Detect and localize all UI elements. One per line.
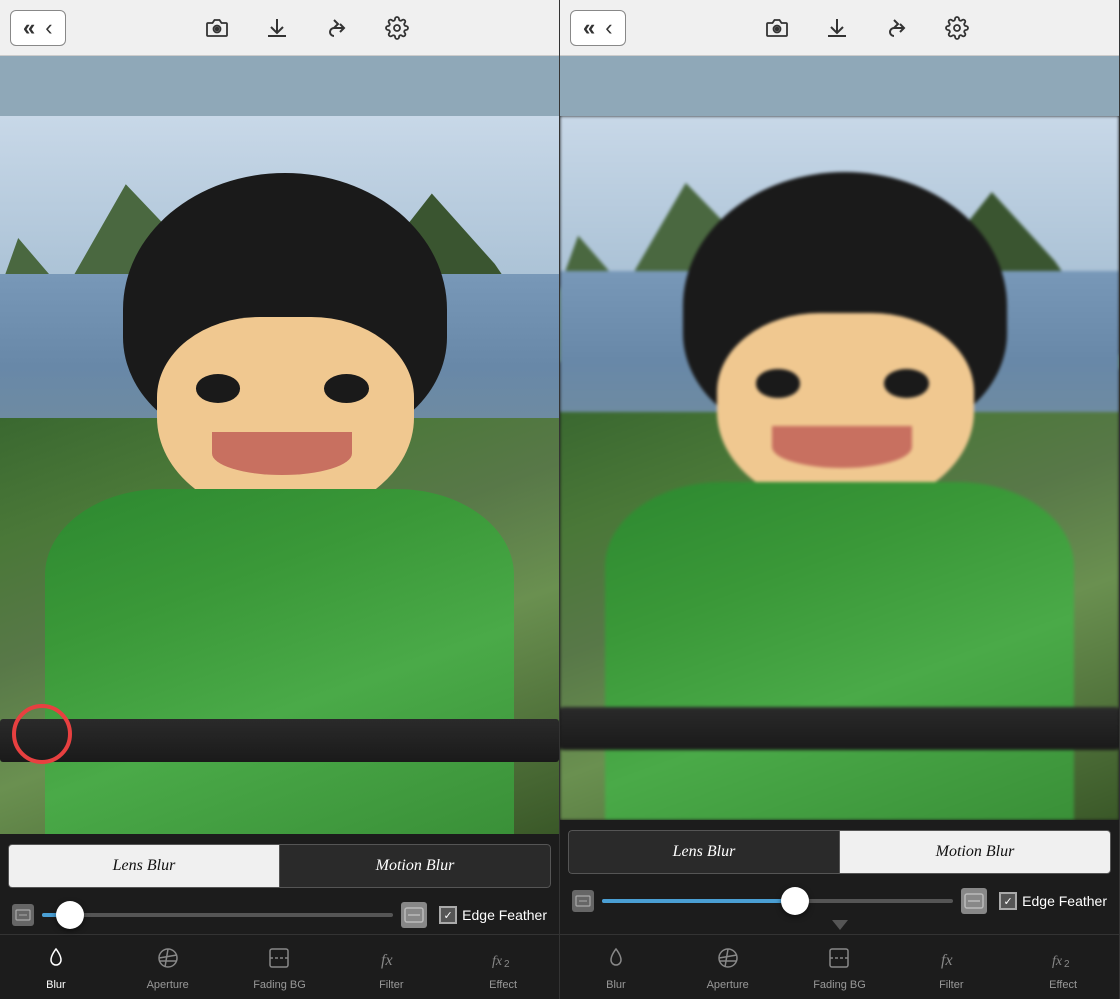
motion-blur-btn-left[interactable]: Motion Blur: [279, 844, 551, 888]
share-icon-left[interactable]: [321, 14, 353, 42]
nav-blur-left[interactable]: Blur: [0, 941, 112, 995]
share-icon-right[interactable]: [881, 14, 913, 42]
right-panel: « ‹: [560, 0, 1120, 999]
slider-thumb-left[interactable]: [56, 901, 84, 929]
bottom-controls-left: Lens Blur Motion Blur ✓: [0, 834, 559, 999]
top-bar-center-left: [66, 14, 549, 42]
slider-row-left: ✓ Edge Feather: [0, 896, 559, 934]
download-icon-right[interactable]: [821, 14, 853, 42]
nav-aperture-right[interactable]: Aperture: [672, 941, 784, 995]
nav-fadingbg-right[interactable]: Fading BG: [784, 941, 896, 995]
nav-fadingbg-left[interactable]: Fading BG: [224, 941, 336, 995]
nav-aperture-left[interactable]: Aperture: [112, 941, 224, 995]
effect-icon-right: fx 2: [1050, 945, 1076, 976]
slider-icon-large-left: [401, 902, 427, 928]
slider-thumb-right[interactable]: [781, 887, 809, 915]
filter-label-left: Filter: [379, 979, 403, 991]
aperture-label-left: Aperture: [147, 979, 189, 991]
bottom-nav-left: Blur Aperture: [0, 934, 559, 999]
svg-text:2: 2: [504, 959, 510, 970]
nav-effect-left[interactable]: fx 2 Effect: [447, 941, 559, 995]
bottom-controls-right: Lens Blur Motion Blur ✓: [560, 820, 1119, 999]
edge-feather-text-right: Edge Feather: [1022, 893, 1107, 909]
fadingbg-icon-right: [826, 945, 852, 976]
left-panel: « ‹: [0, 0, 560, 999]
filter-icon-right: fx: [938, 945, 964, 976]
edge-feather-label-right: ✓ Edge Feather: [999, 892, 1107, 910]
slider-icon-small-left: [12, 904, 34, 926]
slider-icon-large-right: [961, 888, 987, 914]
slider-fill-right: [602, 899, 795, 903]
blur-type-row-right: Lens Blur Motion Blur: [568, 830, 1111, 874]
grey-top-left: [0, 56, 559, 116]
nav-group-right: « ‹: [570, 10, 626, 46]
nav-blur-right[interactable]: Blur: [560, 941, 672, 995]
top-bar-center-right: [626, 14, 1109, 42]
effect-icon-left: fx 2: [490, 945, 516, 976]
slider-track-left[interactable]: [42, 913, 393, 917]
blur-label-right: Blur: [606, 979, 626, 991]
edge-feather-text-left: Edge Feather: [462, 907, 547, 923]
blur-label-left: Blur: [46, 979, 66, 991]
arrow-indicator: [560, 920, 1119, 934]
top-bar-left: « ‹: [0, 0, 559, 56]
image-left: [0, 116, 559, 834]
download-icon-left[interactable]: [261, 14, 293, 42]
aperture-icon-left: [155, 945, 181, 976]
settings-icon-right[interactable]: [941, 14, 973, 42]
camera-icon-left[interactable]: [201, 14, 233, 42]
svg-text:2: 2: [1064, 959, 1070, 970]
nav-effect-right[interactable]: fx 2 Effect: [1007, 941, 1119, 995]
grey-top-right: [560, 56, 1119, 116]
blur-icon-right: [603, 945, 629, 976]
arrow-down-icon: [832, 920, 848, 930]
slider-track-right[interactable]: [602, 899, 953, 903]
blur-icon-left: [43, 945, 69, 976]
blur-type-row-left: Lens Blur Motion Blur: [8, 844, 551, 888]
aperture-icon-right: [715, 945, 741, 976]
lens-blur-btn-left[interactable]: Lens Blur: [8, 844, 279, 888]
fadingbg-label-right: Fading BG: [813, 979, 866, 991]
edge-feather-checkbox-right[interactable]: ✓: [999, 892, 1017, 910]
svg-text:fx: fx: [941, 952, 953, 969]
back-double-left[interactable]: «: [19, 13, 39, 43]
effect-label-right: Effect: [1049, 979, 1077, 991]
effect-label-left: Effect: [489, 979, 517, 991]
nav-group-left: « ‹: [10, 10, 66, 46]
back-single-left[interactable]: ‹: [41, 13, 56, 43]
image-right: [560, 116, 1119, 820]
photo-canvas-right: [560, 116, 1119, 820]
edge-feather-checkbox-left[interactable]: ✓: [439, 906, 457, 924]
motion-blur-btn-right[interactable]: Motion Blur: [839, 830, 1111, 874]
back-double-right[interactable]: «: [579, 13, 599, 43]
settings-icon-left[interactable]: [381, 14, 413, 42]
svg-text:fx: fx: [381, 952, 393, 969]
aperture-label-right: Aperture: [707, 979, 749, 991]
lens-blur-btn-right[interactable]: Lens Blur: [568, 830, 839, 874]
edge-feather-label-left: ✓ Edge Feather: [439, 906, 547, 924]
slider-row-right: ✓ Edge Feather: [560, 882, 1119, 920]
fadingbg-icon-left: [266, 945, 292, 976]
svg-text:fx: fx: [1052, 954, 1063, 969]
svg-text:fx: fx: [492, 954, 503, 969]
filter-label-right: Filter: [939, 979, 963, 991]
top-bar-right: « ‹: [560, 0, 1119, 56]
nav-filter-left[interactable]: fx Filter: [335, 941, 447, 995]
slider-icon-small-right: [572, 890, 594, 912]
filter-icon-left: fx: [378, 945, 404, 976]
nav-filter-right[interactable]: fx Filter: [895, 941, 1007, 995]
photo-canvas-left: [0, 116, 559, 834]
back-single-right[interactable]: ‹: [601, 13, 616, 43]
bottom-nav-right: Blur Aperture: [560, 934, 1119, 999]
camera-icon-right[interactable]: [761, 14, 793, 42]
fadingbg-label-left: Fading BG: [253, 979, 306, 991]
